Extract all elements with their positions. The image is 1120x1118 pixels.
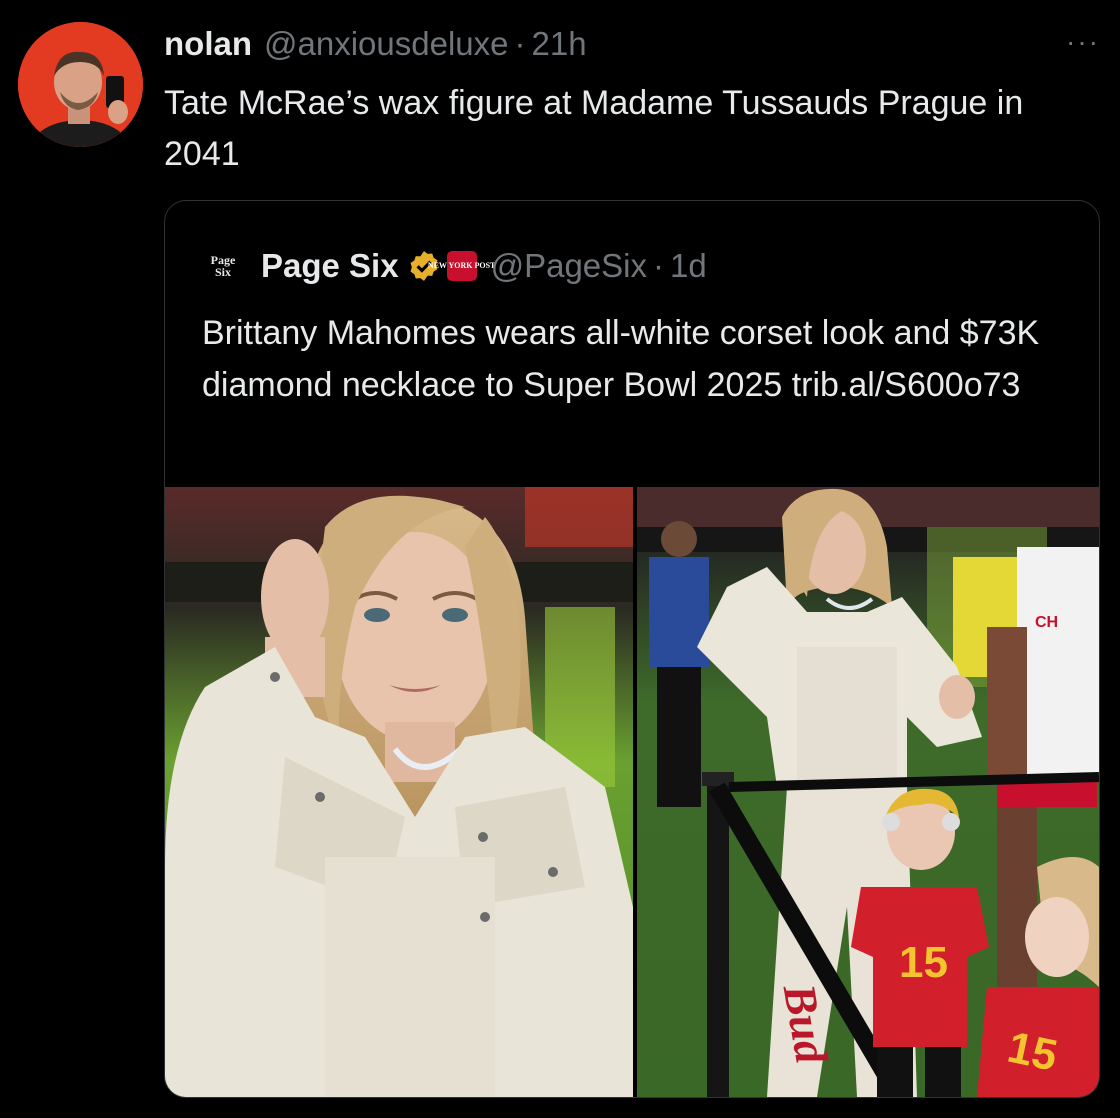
logo-text-bottom: Six [214,265,231,279]
sleeve-text: CH [1035,614,1058,631]
tweet-text: Tate McRae’s wax figure at Madame Tussau… [164,84,1024,173]
new-york-post-badge-icon: NEW YORK POST [428,251,495,281]
quoted-timestamp[interactable]: 1d [670,247,707,285]
separator-dot: · [514,25,526,62]
tweet-header: nolan @anxiousdeluxe · 21h ··· [164,22,1100,66]
photo-woman-white-jacket-icon [165,487,633,1097]
quoted-tweet[interactable]: Page Six Page Six NEW YORK POST @PageSix… [164,200,1100,1098]
page-six-logo-icon[interactable]: Page Six [205,248,241,284]
quoted-author-name[interactable]: Page Six [261,247,399,285]
quoted-tweet-text: Brittany Mahomes wears all-white corset … [202,307,1082,411]
separator-dot: · [653,247,664,284]
photo-left[interactable] [165,487,633,1097]
avatar-image [18,22,143,147]
photo-right[interactable]: CH Bud 15 15 [637,487,1099,1097]
jersey-number-2: 15 [1003,1023,1061,1081]
author-handle[interactable]: @anxiousdeluxe [264,25,509,63]
jersey-number-1: 15 [899,938,948,987]
media-grid: CH Bud 15 15 [165,487,1099,1097]
quoted-link[interactable]: trib.al/S600o73 [792,366,1021,404]
tweet-timestamp[interactable]: 21h [532,25,587,63]
quoted-author-handle[interactable]: @PageSix [491,247,647,285]
author-name[interactable]: nolan [164,25,252,63]
author-avatar[interactable] [18,22,143,147]
quoted-tweet-header: Page Six Page Six NEW YORK POST @PageSix… [205,241,707,291]
photo-woman-with-children-icon: CH Bud 15 15 [637,487,1099,1097]
more-options-icon[interactable]: ··· [1066,26,1100,58]
